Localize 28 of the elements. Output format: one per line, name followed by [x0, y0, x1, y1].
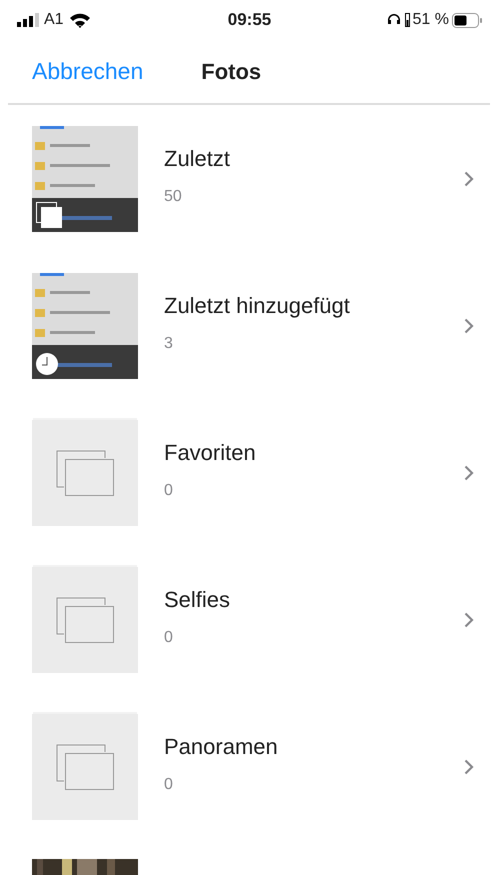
battery-icon: [452, 12, 482, 28]
album-count: 0: [164, 776, 174, 794]
album-title[interactable]: Favoriten: [164, 440, 498, 466]
chevron-icon[interactable]: [464, 759, 474, 775]
album-count: 0: [164, 629, 174, 647]
album-stack-icon: [36, 202, 62, 228]
carrier-name: A1: [44, 11, 64, 29]
clock-time: 09:55: [228, 10, 272, 30]
screen-title: Fotos: [201, 58, 262, 84]
album-title[interactable]: Selfies: [164, 587, 498, 613]
album-count: 0: [164, 482, 174, 500]
album-count: 50: [164, 188, 183, 206]
chevron-icon[interactable]: [464, 465, 474, 481]
album-stack-icon: [56, 597, 114, 643]
chevron-icon[interactable]: [464, 171, 474, 187]
album-title[interactable]: Panoramen: [164, 734, 498, 760]
album-stack-icon: [56, 450, 114, 496]
wifi-icon: [68, 12, 91, 28]
clock-icon: [36, 353, 58, 375]
chevron-icon[interactable]: [464, 318, 474, 334]
battery-percentage: 51 %: [412, 11, 449, 29]
album-count: 3: [164, 335, 174, 353]
album-title[interactable]: Zuletzt hinzugefügt: [164, 293, 498, 319]
chevron-icon[interactable]: [464, 612, 474, 628]
battery-level-icon: [404, 13, 410, 27]
album-title[interactable]: Zuletzt: [164, 146, 498, 172]
album-stack-icon: [56, 744, 114, 790]
signal-icon: [17, 13, 39, 27]
